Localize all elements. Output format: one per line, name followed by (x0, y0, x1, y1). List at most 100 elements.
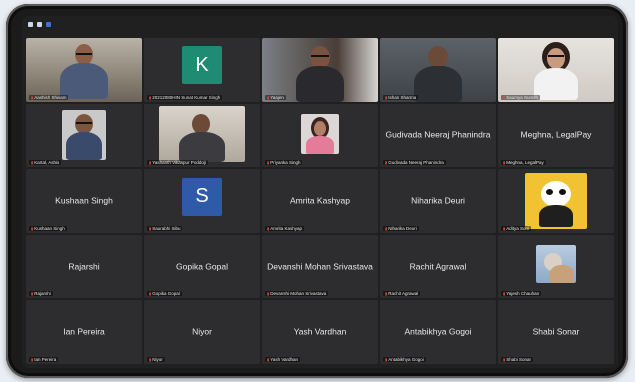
muted-mic-icon: ▮ (385, 160, 388, 166)
participant-label: ▮Saumya Sumith (501, 94, 540, 100)
toolbar (28, 19, 51, 29)
muted-mic-icon: ▮ (149, 291, 152, 297)
muted-mic-icon: ▮ (385, 291, 388, 297)
participant-tile[interactable]: K ▮20212080HIN Sunat Kumar Singh (144, 38, 260, 102)
participant-name: Rajarshi (68, 261, 100, 272)
participant-tile[interactable]: ▮Priyanka Singh (262, 103, 378, 168)
participant-name: Antabikhya Gogoi (404, 326, 472, 337)
participant-name: Meghna, LegalPay (520, 129, 592, 140)
participant-video (536, 244, 576, 283)
meeting-screen: ▮Aashish Shivam K ▮20212080HIN Sunat Kum… (22, 16, 618, 368)
participant-tile[interactable]: Antabikhya Gogoi ▮Antabikhya Gogoi (380, 300, 496, 364)
muted-mic-icon: ▮ (503, 291, 506, 297)
muted-mic-icon: ▮ (31, 225, 34, 231)
participant-tile[interactable]: ▮Kartal, Ashis (26, 103, 142, 168)
participant-label: ▮Gopika Gopal (147, 291, 182, 297)
participant-label: ▮Niharika Deuri (383, 225, 419, 231)
participant-tile[interactable]: ▮Aashish Shivam (26, 38, 142, 102)
participant-tile[interactable]: ▮Yashanth Vikaspur Poddoji (144, 103, 260, 168)
participant-video (159, 105, 245, 162)
participant-name: Rachit Agrawal (409, 261, 467, 272)
muted-mic-icon: ▮ (267, 356, 270, 362)
participant-tile[interactable]: Shabi Sonar ▮Shabi Sonar (498, 300, 614, 364)
participant-name: Kushaan Singh (55, 195, 113, 206)
muted-mic-icon: ▮ (385, 225, 388, 231)
participant-tile[interactable]: Gudivada Neeraj Phanindra ▮Gudivada Neer… (380, 103, 496, 168)
participant-tile[interactable]: Rachit Agrawal ▮Rachit Agrawal (380, 234, 496, 299)
avatar: S (182, 177, 222, 216)
participant-label: ▮Saurabhi Sibu (147, 225, 183, 231)
participant-label: ▮Devanshi Mohan Srivastava (265, 291, 329, 297)
participant-video (528, 42, 584, 100)
participant-label: ▮Kushaan Singh (29, 225, 67, 231)
participant-video (525, 173, 587, 230)
participant-tile[interactable]: ▮Aditya Soni (498, 169, 614, 233)
participant-label: ▮Ishan Sharma (383, 94, 419, 100)
layout-icon[interactable] (46, 21, 51, 27)
participant-label: ▮Aashish Shivam (29, 94, 69, 100)
participant-label: ▮Rajarshi (29, 291, 53, 297)
participant-tile[interactable]: Niyor ▮Niyor (144, 300, 260, 364)
participant-tile[interactable]: ▮Ishan Sharma (380, 38, 496, 102)
participant-name: Gopika Gopal (176, 261, 228, 272)
participant-name: Shabi Sonar (532, 326, 580, 337)
participant-name: Ian Pereira (63, 326, 105, 337)
participant-video (301, 113, 339, 154)
muted-mic-icon: ▮ (149, 356, 152, 362)
participant-name: Yash Vardhan (293, 326, 347, 337)
participant-grid: ▮Aashish Shivam K ▮20212080HIN Sunat Kum… (26, 38, 614, 364)
participant-tile[interactable]: Rajarshi ▮Rajarshi (26, 234, 142, 299)
participant-label: ▮Priyanka Singh (265, 160, 303, 166)
participant-video (410, 46, 466, 102)
participant-video (292, 44, 348, 102)
participant-label: ▮Yaajen (265, 94, 286, 100)
participant-label: ▮Kartal, Ashis (29, 160, 62, 166)
muted-mic-icon: ▮ (31, 160, 34, 166)
participant-tile[interactable]: Yash Vardhan ▮Yash Vardhan (262, 300, 378, 364)
participant-label: ▮Ian Pereira (29, 356, 59, 362)
participant-video (54, 44, 114, 99)
participant-tile[interactable]: Amrita Kashyap ▮Amrita Kashyap (262, 169, 378, 233)
participant-tile[interactable]: Devanshi Mohan Srivastava ▮Devanshi Moha… (262, 234, 378, 299)
muted-mic-icon: ▮ (385, 94, 388, 100)
device-frame: ▮Aashish Shivam K ▮20212080HIN Sunat Kum… (6, 4, 628, 378)
participant-label: ▮Yash Vardhan (265, 356, 301, 362)
participant-tile[interactable]: Ian Pereira ▮Ian Pereira (26, 300, 142, 364)
participant-name: Devanshi Mohan Srivastava (267, 261, 373, 272)
muted-mic-icon: ▮ (149, 160, 152, 166)
grid-icon[interactable] (37, 21, 42, 27)
muted-mic-icon: ▮ (31, 356, 34, 362)
participant-label: ▮Yajesh Chauhan (501, 291, 542, 297)
muted-mic-icon: ▮ (503, 356, 506, 362)
muted-mic-icon: ▮ (503, 225, 506, 231)
muted-mic-icon: ▮ (149, 225, 152, 231)
participant-tile[interactable]: Niharika Deuri ▮Niharika Deuri (380, 169, 496, 233)
muted-mic-icon: ▮ (149, 94, 152, 100)
muted-mic-icon: ▮ (267, 225, 270, 231)
participant-label: ▮Yashanth Vikaspur Poddoji (147, 160, 208, 166)
muted-mic-icon: ▮ (267, 94, 270, 100)
muted-mic-icon: ▮ (503, 160, 506, 166)
muted-mic-icon: ▮ (267, 291, 270, 297)
participant-label: ▮Gudivada Neeraj Phanindra (383, 160, 446, 166)
participant-label: ▮Meghna, LegalPay (501, 160, 546, 166)
muted-mic-icon: ▮ (31, 94, 34, 100)
participant-label: ▮20212080HIN Sunat Kumar Singh (147, 94, 223, 100)
participant-label: ▮Antabikhya Gogoi (383, 356, 426, 362)
participant-tile[interactable]: ▮Yajesh Chauhan (498, 234, 614, 299)
muted-mic-icon: ▮ (385, 356, 388, 362)
participant-tile[interactable]: Meghna, LegalPay ▮Meghna, LegalPay (498, 103, 614, 168)
participant-video (62, 109, 106, 160)
avatar: K (182, 46, 222, 85)
participant-tile[interactable]: ▮Yaajen (262, 38, 378, 102)
participant-name: Niyor (192, 326, 212, 337)
participant-label: ▮Aditya Soni (501, 225, 531, 231)
participant-tile[interactable]: Gopika Gopal ▮Gopika Gopal (144, 234, 260, 299)
participant-tile[interactable]: ▮Saumya Sumith (498, 38, 614, 102)
participant-tile[interactable]: Kushaan Singh ▮Kushaan Singh (26, 169, 142, 233)
participant-label: ▮Shabi Sonar (501, 356, 533, 362)
muted-mic-icon: ▮ (31, 291, 34, 297)
participant-tile[interactable]: S ▮Saurabhi Sibu (144, 169, 260, 233)
participant-label: ▮Rachit Agrawal (383, 291, 421, 297)
menu-icon[interactable] (28, 21, 33, 27)
